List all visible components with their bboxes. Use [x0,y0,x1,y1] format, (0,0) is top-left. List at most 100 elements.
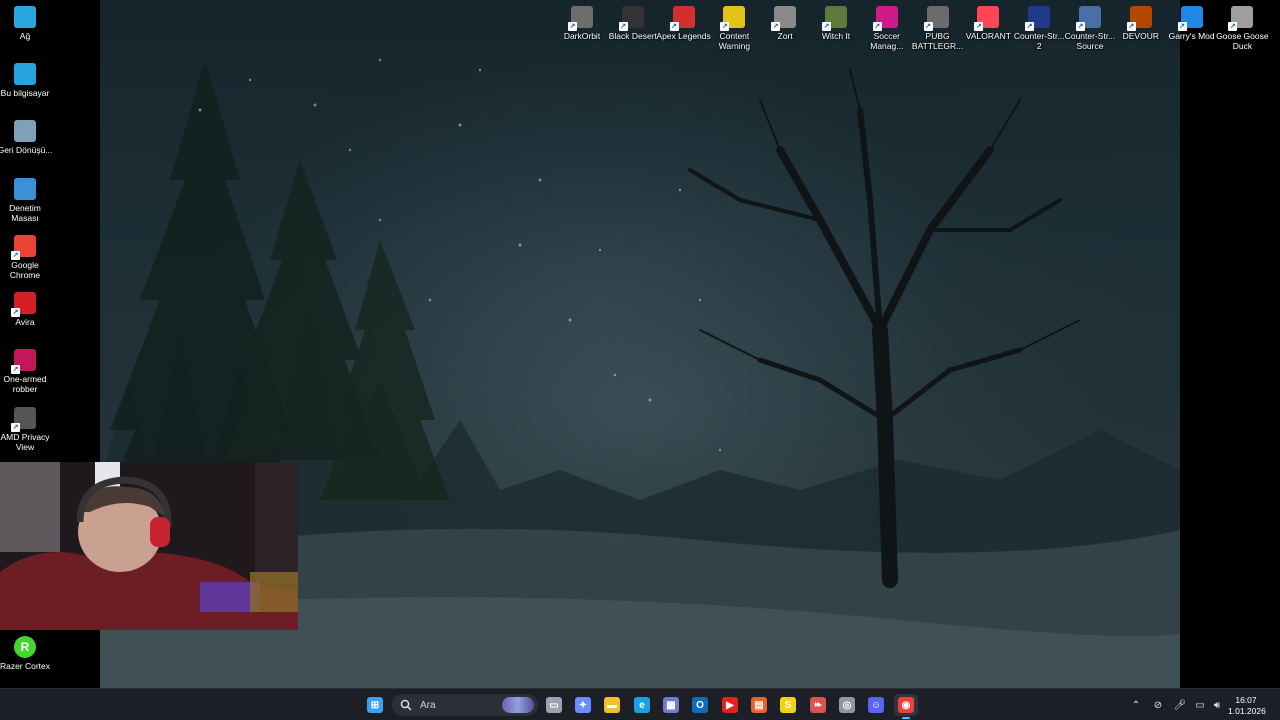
outlook-button[interactable]: O [688,694,712,716]
s-app-icon: S [780,697,796,713]
task-view-icon: ▭ [546,697,562,713]
taskbar: ⊞ ▭ ✦ ▬ e ▦ O ▶ ▤ S ❧ ◎ ☺ ◉ Ara ⌃ ⊘ 🎤︎ ▭ 🔊︎ 16:07 1.01.20… [0,688,1280,720]
control-panel-icon [14,178,36,200]
desktop-icon-razer-cortex[interactable]: R Razer Cortex [0,636,60,671]
desktop-icon-label: AMD Privacy View [0,432,50,452]
valorant-icon: ↗ [974,6,1000,31]
witch-it-icon: ↗ [822,6,847,31]
shortcut-arrow-icon: ↗ [1126,22,1136,31]
shortcut-arrow-icon: ↗ [11,423,20,432]
shortcut-arrow-icon: ↗ [11,365,20,374]
razer-cortex-icon: R [14,636,36,658]
amd-privacy-view-icon: ↗ [11,407,36,432]
zort-icon: ↗ [771,6,797,31]
clock-date: 1.01.2026 [1228,706,1266,716]
desktop-icon-chrome[interactable]: ↗ Google Chrome [0,235,60,280]
system-clock[interactable]: 16:07 1.01.2026 [1228,695,1266,717]
webcam-feed-image [0,462,298,630]
desktop-icon-control-panel[interactable]: Denetim Masası [0,178,60,223]
right-black-margin [1180,0,1280,688]
network-icon [14,6,36,28]
devour-icon: ↗ [1126,6,1152,31]
recycle-bin-icon [14,120,36,142]
folder-icon: ▬ [604,697,620,713]
youtube-button[interactable]: ▶ [718,694,742,716]
feather-app-icon: ❧ [810,697,826,713]
shortcut-arrow-icon: ↗ [1228,22,1238,31]
chrome-icon: ↗ [11,235,36,260]
desktop-icon-recycle-bin[interactable]: Geri Dönüşü... [0,120,60,155]
desktop-icon-label: Geri Dönüşü... [0,145,53,155]
task-view-button[interactable]: ▭ [542,694,566,716]
counter-strike-source-icon: ↗ [1076,6,1101,31]
desktop-icon-label: One-armed robber [3,374,47,394]
webcam-overlay [0,462,298,630]
speaker-icon[interactable]: 🔊︎ [1210,698,1224,712]
copilot-icon: ✦ [575,697,591,713]
content-warning-icon: ↗ [720,6,746,31]
windows-start-icon: ⊞ [367,697,383,713]
store-icon: ▦ [663,697,679,713]
search-box[interactable]: Ara [392,694,538,716]
darkorbit-icon: ↗ [568,6,593,31]
shortcut-arrow-icon: ↗ [11,251,20,260]
chrome-taskbar-button[interactable]: ◉ [894,694,918,719]
edge-button[interactable]: e [630,694,654,716]
desktop-icon-goose-goose-duck[interactable]: ↗ Goose Goose Duck [1207,6,1277,51]
shortcut-arrow-icon: ↗ [872,22,882,31]
display-icon[interactable]: ▭ [1193,698,1207,712]
steam-button[interactable]: ◎ [835,694,859,716]
desktop-icon-label: Google Chrome [9,260,41,280]
search-placeholder: Ara [420,699,436,711]
shortcut-arrow-icon: ↗ [1025,22,1035,31]
shortcut-arrow-icon: ↗ [923,22,933,31]
shortcut-arrow-icon: ↗ [11,308,20,317]
chrome-icon: ◉ [898,697,914,713]
file-explorer-button[interactable]: ▬ [600,694,624,716]
desktop-icon-label: Denetim Masası [9,203,41,223]
desktop: Ağ Bu bilgisayar Geri Dönüşü... Denetim Mas… [0,0,1280,688]
steam-icon: ◎ [839,697,855,713]
black-desert-icon: ↗ [618,6,644,31]
youtube-icon: ▶ [722,697,738,713]
shortcut-arrow-icon: ↗ [771,22,781,31]
clock-time: 16:07 [1235,695,1257,705]
microphone-icon[interactable]: 🎤︎ [1173,698,1187,712]
copilot-button[interactable]: ✦ [571,694,595,716]
desktop-icon-avira[interactable]: ↗ Avira [0,292,60,327]
start-button[interactable]: ⊞ [363,694,387,716]
shortcut-arrow-icon: ↗ [1177,22,1187,31]
edge-icon: e [634,697,650,713]
one-armed-robber-icon: ↗ [11,349,36,374]
discord-icon: ☺ [868,697,884,713]
desktop-icon-computer[interactable]: Bu bilgisayar [0,63,60,98]
shortcut-arrow-icon: ↗ [568,22,577,31]
desktop-icon-label: Bu bilgisayar [0,88,50,98]
active-indicator [902,717,910,719]
desktop-icon-amd-privacy-view[interactable]: ↗ AMD Privacy View [0,407,60,452]
app-s-button[interactable]: S [776,694,800,716]
desktop-icon-label: Razer Cortex [0,661,51,671]
avira-icon: ↗ [11,292,36,317]
shortcut-arrow-icon: ↗ [669,22,679,31]
store-button[interactable]: ▦ [659,694,683,716]
pubg-icon: ↗ [923,6,949,31]
chevron-up-icon[interactable]: ⌃ [1129,698,1143,712]
soccer-manager-icon: ↗ [872,6,898,31]
app-orange-button[interactable]: ▤ [747,694,771,716]
desktop-icon-one-armed-robber[interactable]: ↗ One-armed robber [0,349,60,394]
search-icon [400,699,412,711]
desktop-icon-network[interactable]: Ağ [0,6,60,41]
app-feather-button[interactable]: ❧ [806,694,830,716]
discord-button[interactable]: ☺ [864,694,888,716]
shortcut-arrow-icon: ↗ [720,22,730,31]
outlook-icon: O [692,697,708,713]
shortcut-arrow-icon: ↗ [974,22,984,31]
shortcut-arrow-icon: ↗ [822,22,831,31]
desktop-icon-label: Avira [15,317,35,327]
apex-legends-icon: ↗ [669,6,695,31]
desktop-icon-label: Ağ [19,31,31,41]
shortcut-arrow-icon: ↗ [1076,22,1085,31]
network-off-icon[interactable]: ⊘ [1151,698,1165,712]
search-highlight-illustration [502,697,534,713]
